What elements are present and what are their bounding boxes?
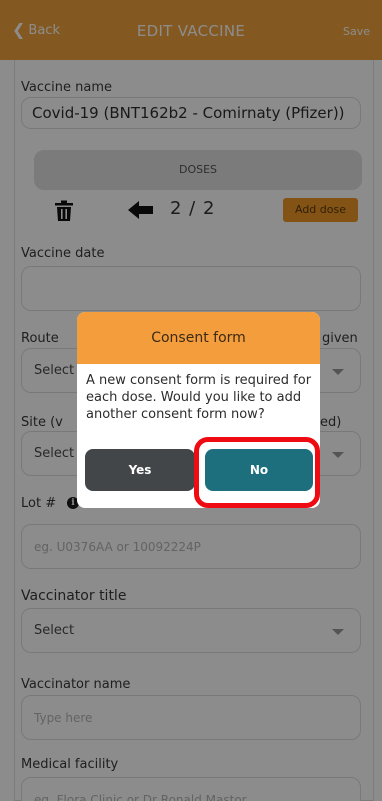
dialog-message: A new consent form is required for each … bbox=[86, 373, 312, 422]
yes-button[interactable]: Yes bbox=[85, 449, 195, 491]
highlight-box bbox=[194, 437, 320, 508]
dialog-title: Consent form bbox=[77, 312, 320, 364]
